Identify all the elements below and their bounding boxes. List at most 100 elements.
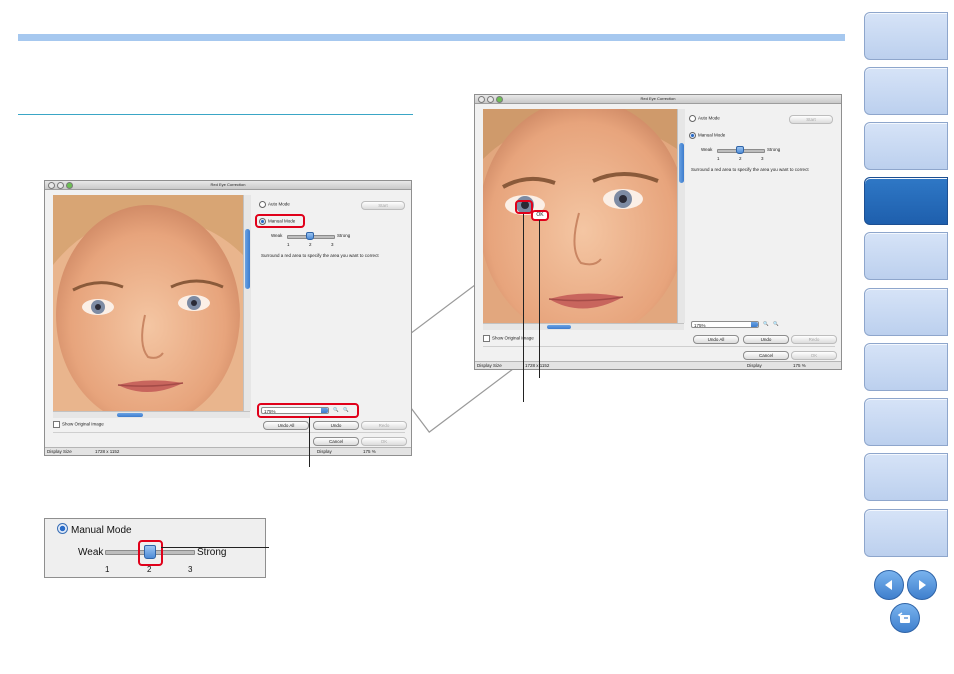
image-vertical-scrollbar[interactable] (243, 195, 251, 411)
nav-tab-10[interactable] (864, 509, 948, 557)
ok-badge[interactable]: OK (533, 212, 547, 219)
radio-selected-icon (689, 132, 696, 139)
cancel-button[interactable]: Cancel (743, 351, 789, 360)
manual-mode-label: Manual Mode (698, 132, 726, 138)
callout-line (309, 417, 310, 467)
auto-mode-label: Auto Mode (268, 201, 290, 207)
divider (53, 432, 405, 433)
window-title: Red Eye Correction (475, 95, 841, 104)
ok-badge-highlight: OK (531, 210, 549, 221)
nav-tab-4-active[interactable] (864, 177, 948, 225)
status-bar: Display Size 1728 x 1152 Display 175 % (475, 361, 841, 369)
tick-2: 2 (147, 565, 152, 574)
undo-button[interactable]: Undo (743, 335, 789, 344)
image-horizontal-scrollbar[interactable] (53, 411, 250, 418)
strong-label: Strong (197, 547, 227, 558)
horizontal-scroll-thumb[interactable] (547, 325, 571, 329)
status-display-value: 175 % (363, 449, 376, 454)
return-button[interactable] (890, 603, 920, 633)
weak-label: Weak (271, 233, 283, 238)
window-controls (48, 182, 73, 189)
close-icon[interactable] (478, 96, 485, 103)
strength-slider-knob[interactable] (736, 146, 744, 154)
tick-1: 1 (105, 565, 110, 574)
ok-button[interactable]: OK (361, 437, 407, 446)
close-icon[interactable] (48, 182, 55, 189)
nav-tab-2[interactable] (864, 67, 948, 115)
show-original-label: Show Original Image (492, 335, 534, 341)
minimize-icon[interactable] (487, 96, 494, 103)
next-page-button[interactable] (907, 570, 937, 600)
manual-mode-option[interactable]: Manual Mode (57, 523, 132, 536)
image-vertical-scrollbar[interactable] (677, 109, 685, 323)
manual-mode-option[interactable]: Manual Mode (689, 132, 725, 139)
cancel-button[interactable]: Cancel (313, 437, 359, 446)
redo-button[interactable]: Redo (361, 421, 407, 430)
radio-icon (689, 115, 696, 122)
strength-slider-knob[interactable] (306, 232, 314, 240)
status-display-size-value: 1728 x 1152 (525, 363, 550, 368)
image-horizontal-scrollbar[interactable] (483, 323, 684, 330)
strong-label: Strong (337, 233, 351, 238)
next-page-icon (919, 580, 926, 590)
status-display-size-label: Display Size (477, 363, 502, 368)
zoom-icon[interactable] (66, 182, 73, 189)
checkbox-icon (483, 335, 490, 342)
zoom-in-icon[interactable]: 🔍 (763, 321, 769, 327)
minimize-icon[interactable] (57, 182, 64, 189)
vertical-scroll-thumb[interactable] (679, 143, 684, 183)
nav-tab-8[interactable] (864, 398, 948, 446)
nav-tab-6[interactable] (864, 288, 948, 336)
undo-all-button[interactable]: Undo All (263, 421, 309, 430)
instruction-text: Surround a red area to specify the area … (691, 167, 809, 172)
radio-icon (259, 201, 266, 208)
zoom-icon[interactable] (496, 96, 503, 103)
status-bar: Display Size 1728 x 1152 Display 175 % (45, 447, 411, 455)
portrait-photo (483, 109, 677, 323)
redo-button[interactable]: Redo (791, 335, 837, 344)
divider (483, 346, 835, 347)
zoom-select[interactable]: 175% (691, 321, 759, 328)
auto-mode-option[interactable]: Auto Mode (689, 115, 720, 122)
weak-label: Weak (701, 147, 713, 152)
ok-button[interactable]: OK (791, 351, 837, 360)
undo-all-button[interactable]: Undo All (693, 335, 739, 344)
tick-1: 1 (287, 242, 290, 247)
nav-tab-5[interactable] (864, 232, 948, 280)
radio-selected-icon (57, 523, 68, 534)
zoom-highlight (257, 403, 359, 418)
red-eye-correction-window-detail: Red Eye Correction OK Auto Mode Start Ma… (474, 94, 842, 370)
start-button[interactable]: Start (361, 201, 405, 210)
horizontal-scroll-thumb[interactable] (117, 413, 143, 417)
auto-mode-option[interactable]: Auto Mode (259, 201, 290, 208)
checkbox-icon (53, 421, 60, 428)
nav-tab-1[interactable] (864, 12, 948, 60)
show-original-option[interactable]: Show Original Image (53, 421, 104, 428)
section-rule (18, 114, 413, 115)
start-button[interactable]: Start (789, 115, 833, 124)
preview-image[interactable] (53, 195, 243, 411)
callout-line-slider (161, 547, 269, 548)
strong-label: Strong (767, 147, 781, 152)
previous-page-icon (885, 580, 892, 590)
tick-2: 2 (739, 156, 742, 161)
zoom-value: 175% (694, 323, 706, 328)
undo-button[interactable]: Undo (313, 421, 359, 430)
callout-line-eye (523, 214, 524, 402)
status-display-size-label: Display Size (47, 449, 72, 454)
window-controls (478, 96, 503, 103)
manual-mode-highlight (255, 214, 305, 228)
instruction-text: Surround a red area to specify the area … (261, 253, 379, 258)
show-original-label: Show Original Image (62, 421, 104, 427)
zoom-out-icon[interactable]: 🔍 (773, 321, 779, 327)
nav-tab-3[interactable] (864, 122, 948, 170)
status-display-size-value: 1728 x 1152 (95, 449, 120, 454)
status-display-label: Display (317, 449, 332, 454)
status-display-value: 175 % (793, 363, 806, 368)
nav-tab-7[interactable] (864, 343, 948, 391)
vertical-scroll-thumb[interactable] (245, 229, 250, 289)
nav-tab-9[interactable] (864, 453, 948, 501)
show-original-option[interactable]: Show Original Image (483, 335, 534, 342)
preview-image[interactable] (483, 109, 677, 323)
previous-page-button[interactable] (874, 570, 904, 600)
